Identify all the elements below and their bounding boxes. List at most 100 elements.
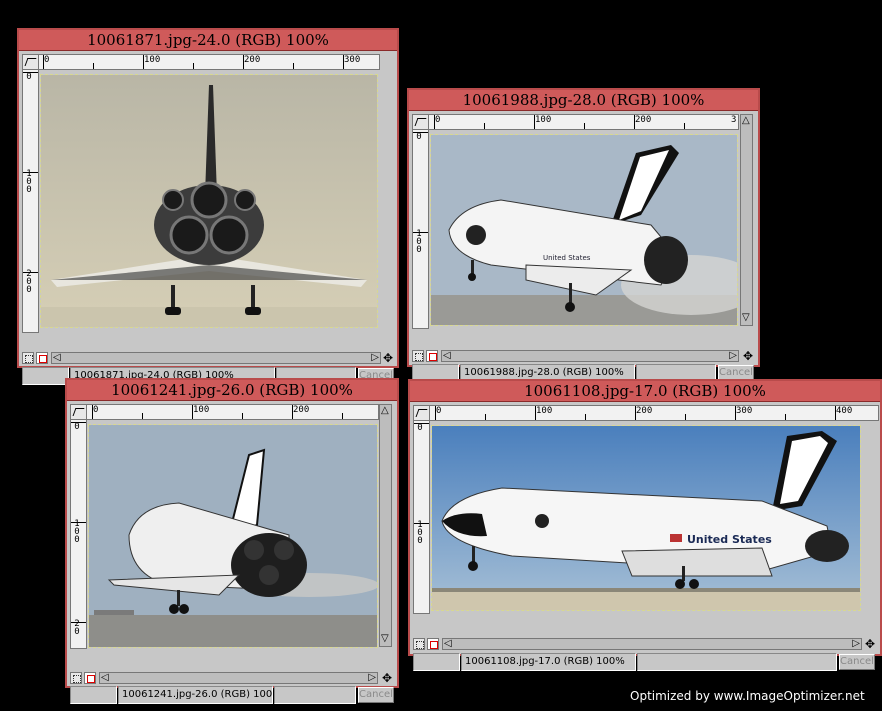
ruler-label: 400 — [836, 406, 853, 416]
quickmask-on-icon[interactable] — [36, 352, 48, 364]
ruler-label: 1 0 0 — [74, 519, 80, 545]
progress-box — [637, 653, 837, 671]
ruler-label: 0 — [44, 55, 50, 65]
ruler-label: 0 — [26, 72, 32, 82]
shuttle-text: United States — [543, 254, 591, 262]
vertical-scrollbar[interactable]: △ ▽ — [379, 404, 392, 647]
ruler-label: 200 — [635, 115, 652, 125]
ruler-label: 0 — [435, 115, 441, 125]
image-window-1[interactable]: 10061871.jpg-24.0 (RGB) 100% 0 100 200 3… — [17, 28, 399, 385]
horizontal-ruler: 0 100 200 300 — [38, 54, 380, 70]
ruler-corner-icon[interactable] — [412, 114, 429, 130]
ruler-label: 1 0 0 — [417, 520, 423, 546]
ruler-label: 100 — [144, 55, 161, 65]
status-empty-box — [413, 653, 460, 671]
ruler-label: 300 — [344, 55, 361, 65]
ruler-label: 300 — [736, 406, 753, 416]
scroll-row: ◁ ▷ ✥ — [413, 637, 877, 651]
scroll-right-icon[interactable]: ▷ — [729, 351, 737, 361]
ruler-label: 2 0 0 — [26, 269, 32, 295]
status-text: 10061108.jpg-17.0 (RGB) 100% — [461, 653, 636, 671]
scroll-right-icon[interactable]: ▷ — [371, 353, 379, 363]
ruler-corner-icon[interactable] — [22, 54, 39, 70]
scroll-down-icon[interactable]: ▽ — [742, 313, 750, 323]
vertical-scrollbar[interactable]: △ ▽ — [740, 114, 753, 326]
ruler-label: 200 — [293, 405, 310, 415]
image-canvas[interactable] — [88, 424, 378, 648]
horizontal-ruler: 0 100 200 300 400 — [429, 405, 879, 421]
ruler-corner-icon[interactable] — [413, 405, 430, 421]
vertical-ruler: 0 1 0 0 2 0 — [70, 419, 87, 649]
image-canvas[interactable] — [40, 74, 378, 328]
status-bar: 10061108.jpg-17.0 (RGB) 100% Cancel — [413, 653, 877, 671]
scroll-left-icon[interactable]: ◁ — [101, 673, 109, 683]
horizontal-scrollbar[interactable]: ◁ ▷ — [441, 350, 739, 362]
ruler-label: 100 — [193, 405, 210, 415]
navigate-icon[interactable]: ✥ — [864, 638, 876, 650]
ruler-label: 100 — [535, 115, 552, 125]
navigate-icon[interactable]: ✥ — [742, 350, 754, 362]
image-window-4[interactable]: 10061108.jpg-17.0 (RGB) 100% 0 100 200 3… — [408, 379, 882, 671]
image-window-3[interactable]: 10061241.jpg-26.0 (RGB) 100% 0 100 200 0… — [65, 378, 399, 704]
ruler-corner-icon[interactable] — [70, 404, 87, 420]
ruler-label: 1 0 0 — [26, 169, 32, 195]
scroll-row: ◁ ▷ ✥ — [412, 349, 755, 363]
quickmask-off-icon[interactable] — [22, 352, 34, 364]
scroll-left-icon[interactable]: ◁ — [53, 353, 61, 363]
quickmask-off-icon[interactable] — [70, 672, 82, 684]
horizontal-ruler: 0 100 200 — [86, 404, 379, 420]
scroll-right-icon[interactable]: ▷ — [852, 639, 860, 649]
ruler-label: 0 — [74, 422, 80, 432]
shuttle-landing-photo — [89, 425, 377, 647]
navigate-icon[interactable]: ✥ — [381, 672, 393, 684]
quickmask-on-icon[interactable] — [427, 638, 439, 650]
window-title[interactable]: 10061871.jpg-24.0 (RGB) 100% — [19, 30, 397, 51]
scroll-up-icon[interactable]: △ — [742, 116, 750, 126]
scroll-down-icon[interactable]: ▽ — [381, 634, 389, 644]
horizontal-ruler: 0 100 200 3 — [428, 114, 739, 130]
vertical-ruler: 0 1 0 0 — [412, 129, 429, 329]
shuttle-touchdown-photo: United States — [431, 135, 737, 325]
quickmask-off-icon[interactable] — [413, 638, 425, 650]
window-title[interactable]: 10061241.jpg-26.0 (RGB) 100% — [67, 380, 397, 401]
navigate-icon[interactable]: ✥ — [382, 352, 394, 364]
horizontal-scrollbar[interactable]: ◁ ▷ — [99, 672, 378, 684]
status-text: 10061241.jpg-26.0 (RGB) 100% — [118, 686, 273, 704]
ruler-label: 200 — [244, 55, 261, 65]
scroll-left-icon[interactable]: ◁ — [443, 351, 451, 361]
scroll-row: ◁ ▷ ✥ — [22, 351, 394, 365]
ruler-label: 100 — [536, 406, 553, 416]
shuttle-side-photo: United States — [432, 426, 860, 610]
image-canvas[interactable]: United States — [431, 425, 861, 611]
ruler-label: 0 — [416, 132, 422, 142]
shuttle-rear-photo — [41, 75, 377, 327]
horizontal-scrollbar[interactable]: ◁ ▷ — [442, 638, 862, 650]
horizontal-scrollbar[interactable]: ◁ ▷ — [51, 352, 381, 364]
quickmask-on-icon[interactable] — [84, 672, 96, 684]
cancel-button[interactable]: Cancel — [839, 654, 875, 670]
cancel-button[interactable]: Cancel — [358, 687, 394, 703]
status-empty-box — [22, 367, 69, 385]
scroll-row: ◁ ▷ ✥ — [70, 671, 394, 685]
ruler-label: 0 — [93, 405, 99, 415]
shuttle-text: United States — [687, 533, 772, 546]
status-bar: 10061241.jpg-26.0 (RGB) 100% Cancel — [70, 686, 394, 704]
progress-box — [274, 686, 356, 704]
footer-credit: Optimized by www.ImageOptimizer.net — [630, 689, 865, 703]
ruler-label: 0 — [436, 406, 442, 416]
quickmask-on-icon[interactable] — [426, 350, 438, 362]
image-canvas[interactable]: United States — [430, 134, 738, 326]
quickmask-off-icon[interactable] — [412, 350, 424, 362]
ruler-label: 200 — [636, 406, 653, 416]
image-window-2[interactable]: 10061988.jpg-28.0 (RGB) 100% 0 100 200 3… — [407, 88, 760, 382]
scroll-left-icon[interactable]: ◁ — [444, 639, 452, 649]
ruler-label: 0 — [417, 423, 423, 433]
ruler-label: 3 — [731, 115, 737, 125]
scroll-right-icon[interactable]: ▷ — [368, 673, 376, 683]
window-title[interactable]: 10061108.jpg-17.0 (RGB) 100% — [410, 381, 880, 402]
vertical-ruler: 0 1 0 0 — [413, 420, 430, 614]
status-empty-box — [70, 686, 117, 704]
vertical-ruler: 0 1 0 0 2 0 0 — [22, 69, 39, 333]
scroll-up-icon[interactable]: △ — [381, 406, 389, 416]
window-title[interactable]: 10061988.jpg-28.0 (RGB) 100% — [409, 90, 758, 111]
